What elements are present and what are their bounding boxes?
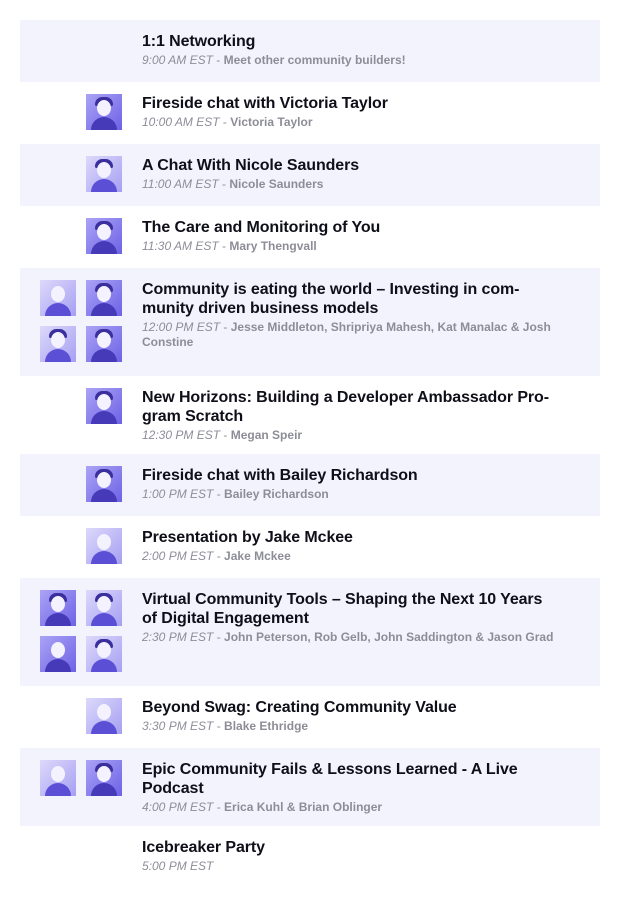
session-speakers: Blake Ethridge [224, 719, 309, 733]
speaker-avatar [86, 590, 122, 626]
session-speakers: Victoria Taylor [230, 115, 313, 129]
session-speakers: Megan Speir [230, 428, 303, 442]
meta-separator: - [213, 719, 225, 733]
session-time: 12:30 PM EST [142, 428, 221, 442]
session-title: Epic Community Fails & Lessons Learned -… [142, 761, 518, 797]
session-speakers: Erica Kuhl & Brian Oblinger [224, 800, 383, 814]
session-meta: 9:00 AM EST - Meet other community build… [142, 53, 560, 68]
session-title: Community is eating the world – Investin… [142, 281, 520, 317]
session-time: 2:30 PM EST [142, 630, 214, 644]
speaker-avatar [86, 760, 122, 796]
meta-separator: - [212, 53, 224, 67]
speaker-avatar [86, 218, 122, 254]
session-title: Icebreaker Party [142, 839, 265, 856]
speaker-avatar [40, 760, 76, 796]
speaker-avatar [40, 636, 76, 672]
session-time: 10:00 AM EST [142, 115, 220, 129]
speaker-avatar [86, 280, 122, 316]
session-speakers: Meet other community builders! [223, 53, 406, 67]
speaker-avatar [86, 156, 122, 192]
meta-separator: - [220, 428, 231, 442]
session-meta: 12:00 PM EST - Jesse Middleton, Shripriy… [142, 320, 560, 350]
session-meta: 11:30 AM EST - Mary Thengvall [142, 239, 560, 254]
session-meta: 1:00 PM EST - Bailey Richardson [142, 487, 560, 502]
meta-separator: - [219, 115, 231, 129]
meta-separator: - [213, 549, 225, 563]
session-time: 3:30 PM EST [142, 719, 214, 733]
session-row[interactable]: Presentation by Jake Mckee 2:00 PM EST -… [20, 516, 600, 578]
session-title: Beyond Swag: Creating Community Value [142, 699, 457, 716]
session-meta: 5:00 PM EST [142, 859, 560, 874]
session-speakers: Jake Mckee [224, 549, 291, 563]
meta-separator: - [218, 177, 230, 191]
agenda-list: 1:1 Networking 9:00 AM EST - Meet other … [20, 20, 600, 888]
session-row[interactable]: Fireside chat with Bailey Richardson 1:0… [20, 454, 600, 516]
session-time: 1:00 PM EST [142, 487, 214, 501]
speaker-avatar [40, 590, 76, 626]
session-row[interactable]: Icebreaker Party 5:00 PM EST [20, 826, 600, 888]
speaker-avatar [86, 636, 122, 672]
session-time: 11:00 AM EST [142, 177, 219, 191]
session-row[interactable]: Beyond Swag: Creating Community Value 3:… [20, 686, 600, 748]
speaker-avatar [86, 698, 122, 734]
session-time: 2:00 PM EST [142, 549, 214, 563]
session-meta: 10:00 AM EST - Victoria Taylor [142, 115, 560, 130]
meta-separator: - [213, 630, 225, 644]
session-time: 4:00 PM EST [142, 800, 214, 814]
session-title: Fireside chat with Bailey Richardson [142, 467, 418, 484]
speaker-avatar [86, 466, 122, 502]
session-row[interactable]: Epic Community Fails & Lessons Learned -… [20, 748, 600, 826]
session-row[interactable]: 1:1 Networking 9:00 AM EST - Meet other … [20, 20, 600, 82]
meta-separator: - [220, 320, 231, 334]
session-meta: 2:30 PM EST - John Peterson, Rob Gelb, J… [142, 630, 560, 645]
session-time: 12:00 PM EST [142, 320, 221, 334]
speaker-avatar [40, 280, 76, 316]
meta-separator: - [213, 800, 225, 814]
session-time: 11:30 AM EST [142, 239, 219, 253]
session-title: 1:1 Networking [142, 33, 256, 50]
speaker-avatar [86, 326, 122, 362]
session-meta: 12:30 PM EST - Megan Speir [142, 428, 560, 443]
session-speakers: Mary Thengvall [229, 239, 317, 253]
session-row[interactable]: A Chat With Nicole Saunders 11:00 AM EST… [20, 144, 600, 206]
session-row[interactable]: Community is eating the world – Investin… [20, 268, 600, 376]
session-speakers: John Peterson, Rob Gelb, John Saddington… [224, 630, 554, 644]
session-row[interactable]: New Horizons: Building a Developer Ambas… [20, 376, 600, 454]
session-row[interactable]: Fireside chat with Victoria Taylor 10:00… [20, 82, 600, 144]
session-title: Fireside chat with Victoria Taylor [142, 95, 388, 112]
session-title: Presentation by Jake Mckee [142, 529, 353, 546]
session-speakers: Nicole Saunders [229, 177, 324, 191]
meta-separator: - [218, 239, 230, 253]
speaker-avatar [86, 94, 122, 130]
session-title: New Horizons: Building a Developer Ambas… [142, 389, 549, 425]
session-meta: 11:00 AM EST - Nicole Saunders [142, 177, 560, 192]
session-meta: 2:00 PM EST - Jake Mckee [142, 549, 560, 564]
session-row[interactable]: The Care and Monitoring of You 11:30 AM … [20, 206, 600, 268]
session-title: The Care and Monitoring of You [142, 219, 381, 236]
session-speakers: Bailey Richardson [224, 487, 329, 501]
speaker-avatar [86, 388, 122, 424]
speaker-avatar [40, 326, 76, 362]
session-meta: 4:00 PM EST - Erica Kuhl & Brian Oblinge… [142, 800, 560, 815]
session-time: 5:00 PM EST [142, 859, 214, 873]
session-title: A Chat With Nicole Saunders [142, 157, 360, 174]
meta-separator: - [213, 487, 225, 501]
session-meta: 3:30 PM EST - Blake Ethridge [142, 719, 560, 734]
session-time: 9:00 AM EST [142, 53, 213, 67]
session-title: Virtual Community Tools – Shaping the Ne… [142, 591, 543, 627]
speaker-avatar [86, 528, 122, 564]
session-row[interactable]: Virtual Community Tools – Shaping the Ne… [20, 578, 600, 686]
